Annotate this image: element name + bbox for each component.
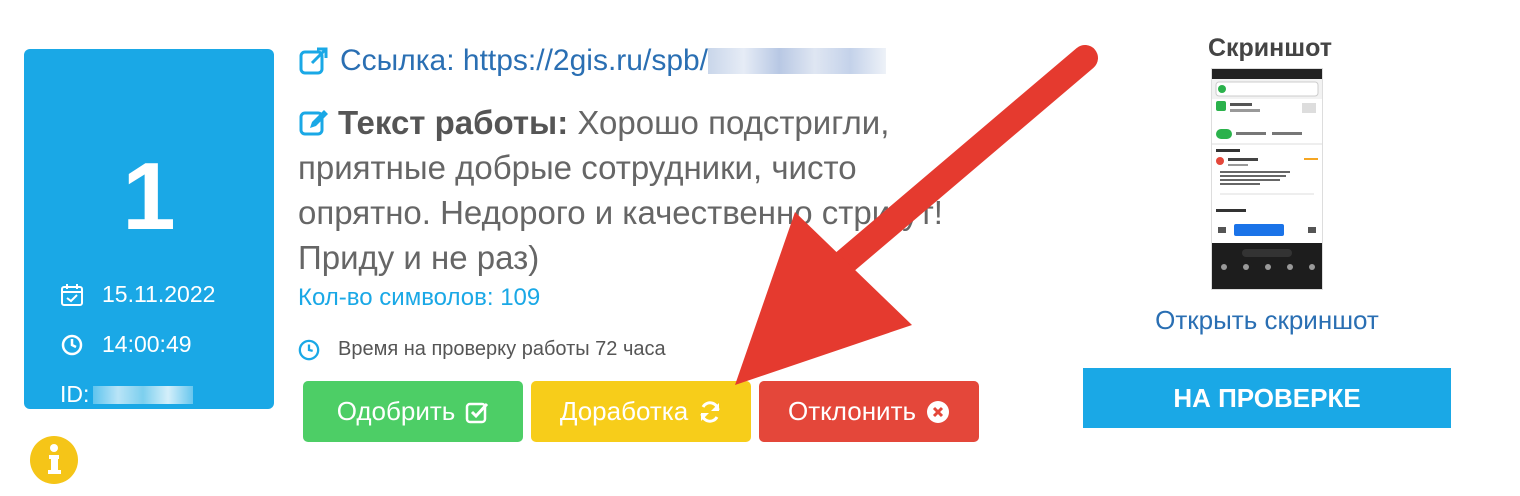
open-screenshot-link[interactable]: Открыть скриншот bbox=[1100, 305, 1434, 336]
task-time: 14:00:49 bbox=[102, 331, 192, 357]
task-date: 15.11.2022 bbox=[102, 281, 216, 307]
date-row: 15.11.2022 bbox=[60, 281, 215, 308]
clock-icon bbox=[298, 339, 320, 360]
rework-label: Доработка bbox=[559, 396, 689, 426]
status-badge[interactable]: НА ПРОВЕРКЕ bbox=[1083, 368, 1451, 428]
edit-icon bbox=[299, 110, 328, 136]
check-time: Время на проверку работы 72 часа bbox=[298, 338, 666, 361]
task-number-card: 1 15.11.2022 14:00:49 ID: bbox=[24, 49, 274, 409]
id-value-redacted bbox=[93, 385, 194, 404]
time-row: 14:00:49 bbox=[60, 331, 192, 358]
rework-button[interactable]: Доработка bbox=[531, 381, 751, 442]
refresh-icon bbox=[700, 400, 720, 423]
link-url-redacted bbox=[708, 48, 887, 74]
info-icon[interactable] bbox=[30, 436, 78, 484]
reject-button[interactable]: Отклонить bbox=[759, 381, 979, 442]
approve-button[interactable]: Одобрить bbox=[303, 381, 523, 442]
approve-label: Одобрить bbox=[336, 396, 456, 426]
work-text-label: Текст работы: bbox=[338, 104, 569, 141]
work-text: Текст работы: Хорошо подстригли, приятны… bbox=[298, 100, 988, 280]
link-url[interactable]: https://2gis.ru/spb/ bbox=[463, 44, 708, 78]
check-square-icon bbox=[466, 402, 489, 423]
screenshot-title: Скриншот bbox=[1207, 34, 1333, 62]
close-circle-icon bbox=[927, 400, 950, 423]
screenshot-preview-image bbox=[1212, 69, 1322, 289]
check-time-text: Время на проверку работы 72 часа bbox=[338, 338, 666, 360]
char-count: Кол-во символов: 109 bbox=[298, 284, 541, 311]
clock-icon bbox=[61, 334, 83, 355]
task-number: 1 bbox=[122, 143, 176, 250]
screenshot-thumbnail[interactable] bbox=[1211, 68, 1323, 290]
external-link-icon bbox=[299, 47, 328, 75]
id-label: ID: bbox=[60, 381, 90, 407]
reject-label: Отклонить bbox=[787, 396, 917, 426]
task-link[interactable]: Ссылка: https://2gis.ru/spb/ bbox=[298, 44, 887, 78]
link-label: Ссылка: bbox=[340, 44, 455, 77]
id-row: ID: bbox=[60, 381, 194, 408]
calendar-check-icon bbox=[61, 283, 83, 306]
